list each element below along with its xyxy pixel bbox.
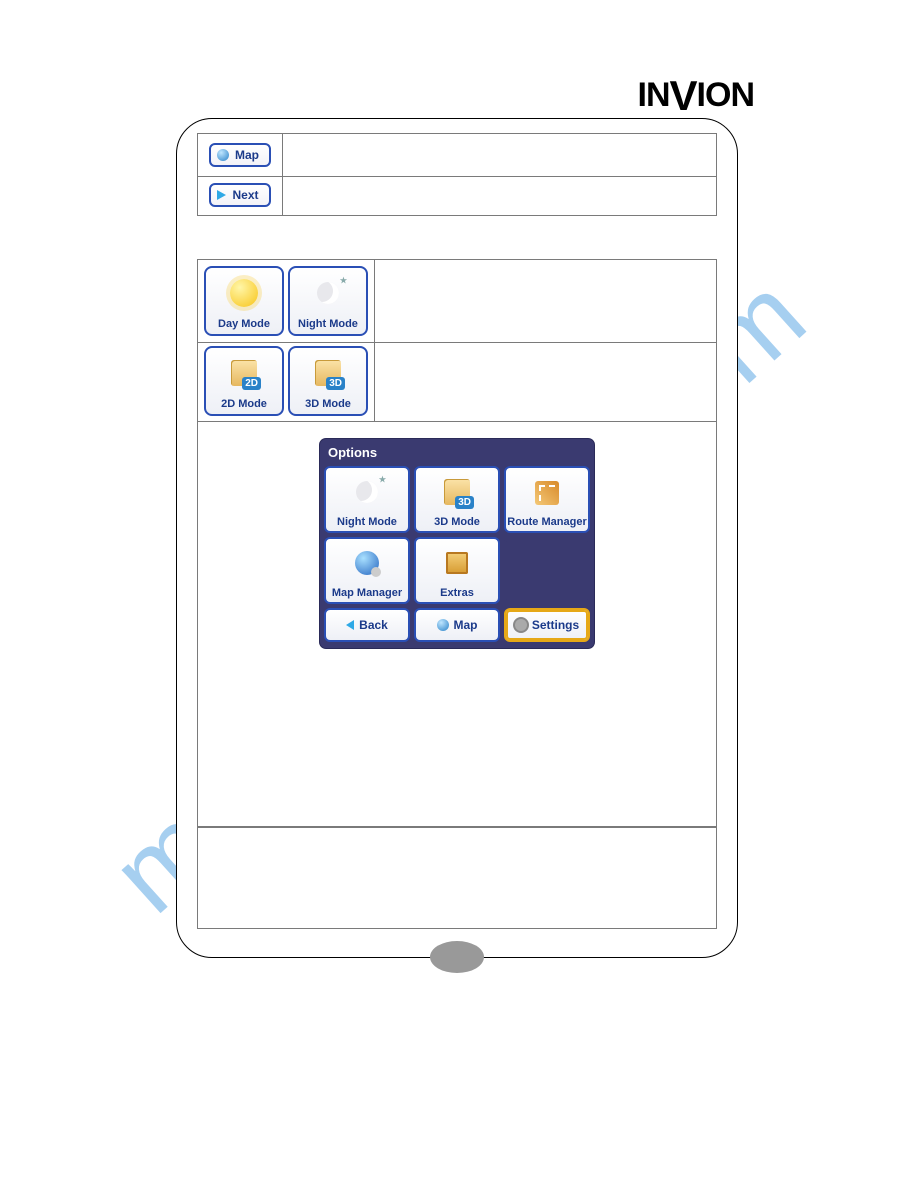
map-3d-icon: 3D [444,479,470,505]
earth-icon [355,551,379,575]
brand-logo: INVION [638,72,754,120]
cell-map-button: Map [198,134,283,176]
device-frame: Map Next Day Mode Night Mode 2D [176,118,738,958]
map-button-footer-label: Map [454,618,478,632]
map-button[interactable]: Map [209,143,271,167]
back-button[interactable]: Back [324,608,410,642]
opt-extras-button[interactable]: Extras [414,537,500,604]
day-mode-label: Day Mode [218,318,270,330]
back-button-label: Back [359,618,388,632]
opt-3d-mode-label: 3D Mode [434,516,480,528]
table-row: Next [197,175,717,216]
badge-3d: 3D [455,496,474,509]
badge-3d: 3D [326,377,345,390]
badge-2d: 2D [242,377,261,390]
play-icon [217,190,226,200]
globe-icon [217,149,229,161]
opt-empty-slot [504,537,590,604]
options-footer: Back Map Settings [324,608,590,642]
cell-day-night: Day Mode Night Mode [198,260,375,342]
options-panel: Options Night Mode 3D 3D Mode Route Mana… [320,439,594,648]
globe-icon [437,619,449,631]
table-row: Map [197,133,717,177]
opt-route-label: Route Manager [507,517,586,528]
2d-mode-label: 2D Mode [221,398,267,410]
opt-night-mode-button[interactable]: Night Mode [324,466,410,533]
opt-extras-label: Extras [440,587,474,599]
2d-mode-button[interactable]: 2D 2D Mode [204,346,284,416]
opt-3d-mode-button[interactable]: 3D 3D Mode [414,466,500,533]
day-mode-button[interactable]: Day Mode [204,266,284,336]
route-icon [535,481,559,505]
cell-2d-3d: 2D 2D Mode 3D 3D Mode [198,341,375,421]
night-mode-button[interactable]: Night Mode [288,266,368,336]
map-button-footer[interactable]: Map [414,608,500,642]
cell-next-button: Next [198,175,283,215]
opt-route-manager-button[interactable]: Route Manager [504,466,590,533]
opt-mapmgr-label: Map Manager [332,587,402,599]
opt-night-mode-label: Night Mode [337,516,397,528]
night-mode-label: Night Mode [298,318,358,330]
next-button[interactable]: Next [209,183,270,207]
moon-icon [317,282,339,304]
map-2d-icon: 2D [231,360,257,386]
moon-icon [356,481,378,503]
options-title: Options [324,443,590,466]
3d-mode-button[interactable]: 3D 3D Mode [288,346,368,416]
table-row-screenshot: Options Night Mode 3D 3D Mode Route Mana… [197,421,717,827]
next-button-label: Next [232,188,258,202]
package-icon [446,552,468,574]
table-row: 2D 2D Mode 3D 3D Mode [197,341,717,422]
table-row: Day Mode Night Mode [197,259,717,343]
map-3d-icon: 3D [315,360,341,386]
gear-icon [515,619,527,631]
options-grid: Night Mode 3D 3D Mode Route Manager Map … [324,466,590,604]
opt-map-manager-button[interactable]: Map Manager [324,537,410,604]
table-row-empty [197,827,717,929]
settings-button[interactable]: Settings [504,608,590,642]
home-button-icon [430,941,484,973]
map-button-label: Map [235,148,259,162]
sun-icon [230,279,258,307]
settings-button-label: Settings [532,618,579,632]
3d-mode-label: 3D Mode [305,398,351,410]
back-arrow-icon [346,620,354,630]
